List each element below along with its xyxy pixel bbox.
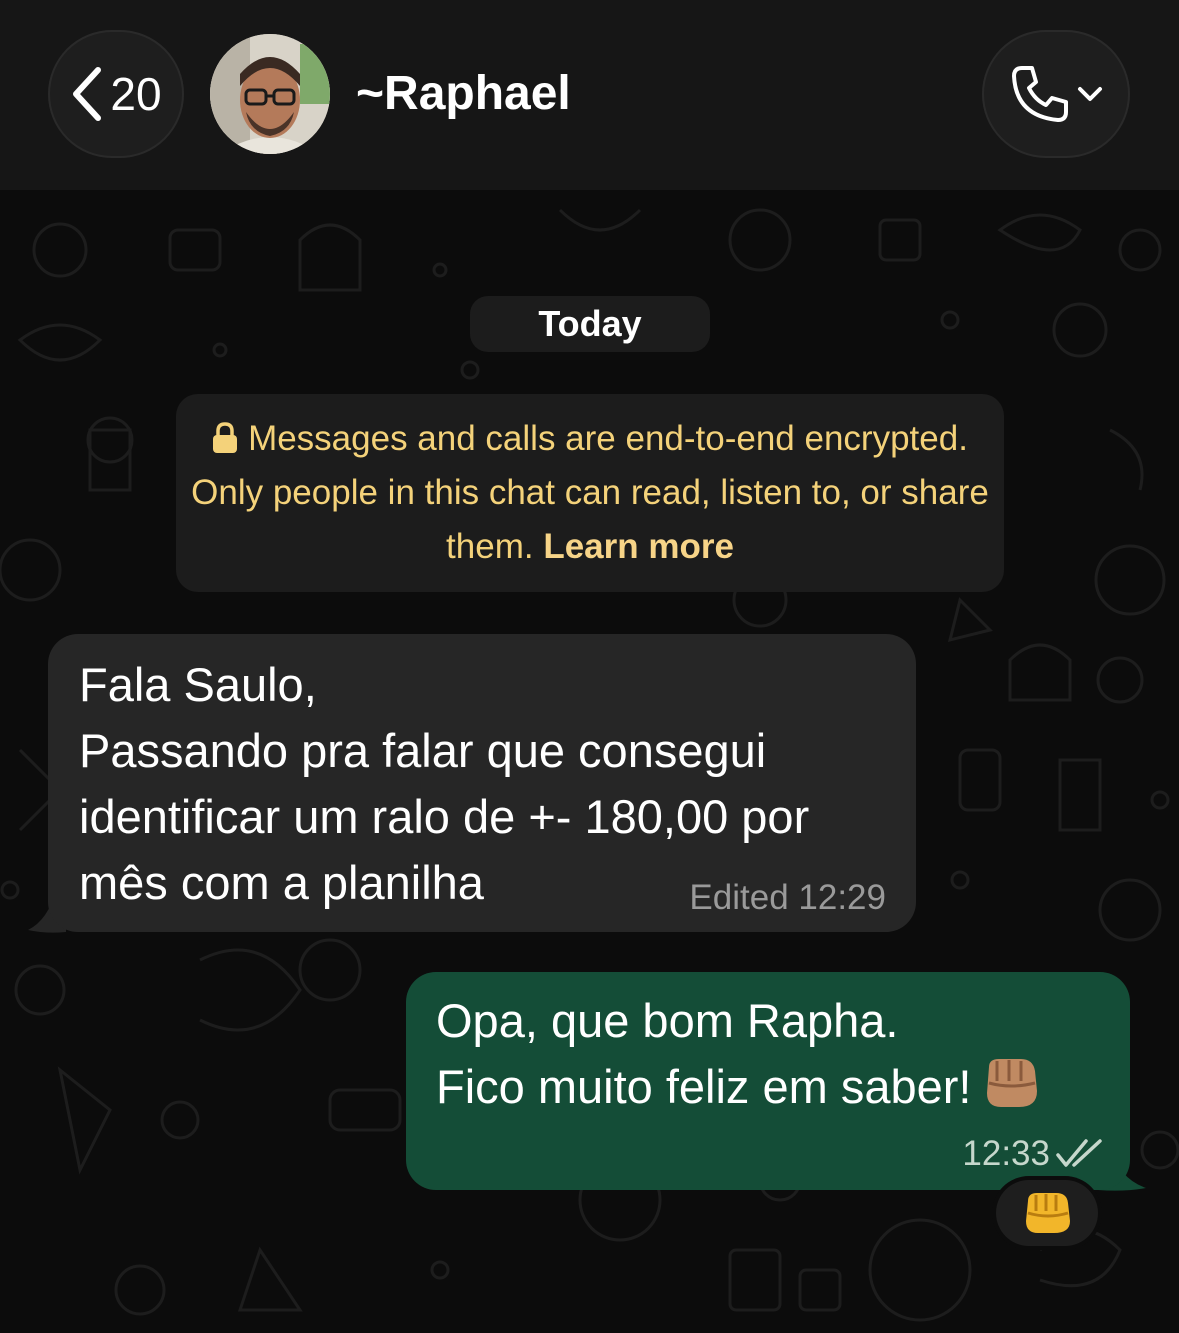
chat-area[interactable]: Today Messages and calls are end-to-end …: [0, 190, 1179, 1333]
message-meta: 12:33: [962, 1134, 1104, 1174]
chevron-down-icon: [1078, 87, 1102, 101]
learn-more-link[interactable]: Learn more: [543, 527, 734, 566]
date-separator: Today: [470, 296, 710, 352]
message-text-line-2: Fico muito feliz em saber!: [436, 1054, 1100, 1120]
phone-icon: [1012, 66, 1068, 122]
outgoing-message[interactable]: Opa, que bom Rapha. Fico muito feliz em …: [406, 972, 1130, 1190]
message-time: 12:29: [798, 878, 886, 917]
fist-bump-icon: [1026, 1193, 1070, 1233]
avatar-image: [210, 34, 330, 154]
avatar[interactable]: [210, 34, 330, 154]
message-reaction[interactable]: [996, 1180, 1098, 1246]
double-check-icon: [1056, 1139, 1102, 1167]
unread-count: 20: [110, 68, 162, 120]
call-button[interactable]: [982, 30, 1130, 158]
back-button[interactable]: 20: [48, 30, 184, 158]
message-time: 12:33: [962, 1134, 1050, 1173]
contact-name[interactable]: ~Raphael: [356, 62, 571, 126]
message-text: Fico muito feliz em saber!: [436, 1060, 972, 1113]
message-text-line-1: Opa, que bom Rapha.: [436, 994, 899, 1047]
encryption-notice[interactable]: Messages and calls are end-to-end encryp…: [176, 394, 1004, 592]
lock-icon: [213, 422, 238, 453]
message-meta: Edited 12:29: [689, 878, 886, 918]
edited-label: Edited: [689, 878, 789, 917]
fist-bump-emoji: [987, 1059, 1038, 1107]
chat-header: 20 ~Raphael: [0, 0, 1179, 190]
message-text: Fala Saulo, Passando pra falar que conse…: [79, 658, 810, 909]
incoming-message[interactable]: Fala Saulo, Passando pra falar que conse…: [48, 634, 916, 932]
chevron-left-icon: [73, 67, 102, 121]
